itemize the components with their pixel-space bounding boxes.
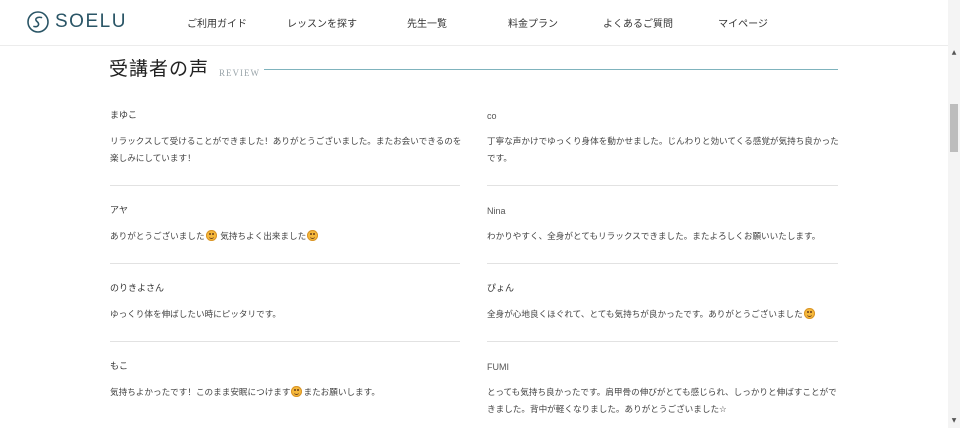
- reviewer-name: Nina: [487, 206, 506, 216]
- reviewer-name: まゆこ: [110, 111, 138, 121]
- review-item: Nina わかりやすく、全身がとてもリラックスできました。またよろしくお願いいた…: [487, 204, 839, 246]
- brand-logo[interactable]: SOELU: [27, 11, 127, 33]
- reviewer-name: ぴょん: [487, 284, 515, 294]
- reviewer-name: co: [487, 111, 497, 121]
- review-item: co 丁寧な声かけでゆっくり身体を動かせました。じんわりと効いてくる感覚が気持ち…: [487, 109, 839, 168]
- nav-pricing[interactable]: 料金プラン: [508, 15, 558, 30]
- site-header: SOELU ご利用ガイド レッスンを探す 先生一覧 料金プラン よくあるご質問 …: [0, 0, 948, 46]
- review-text: とっても気持ち良かったです。肩甲骨の伸びがとても感じられ、しっかりと伸ばすことが…: [487, 388, 837, 415]
- review-item: まゆこ リラックスして受けることができました！ありがとうございました。またお会い…: [110, 109, 462, 168]
- review-text-part: 気持ちよく出来ました: [217, 232, 307, 242]
- nav-teachers[interactable]: 先生一覧: [407, 15, 447, 30]
- review-item: アヤ ありがとうございました 気持ちよく出来ました: [110, 204, 462, 246]
- reviewer-name: アヤ: [110, 206, 129, 216]
- section-heading: 受講者の声 REVIEW: [109, 54, 260, 81]
- review-text: わかりやすく、全身がとてもリラックスできました。またよろしくお願いいたします。: [487, 232, 821, 242]
- scroll-thumb[interactable]: [950, 104, 958, 152]
- smiling-face-emoji: [803, 308, 815, 319]
- review-text: 丁寧な声かけでゆっくり身体を動かせました。じんわりと効いてくる感覚が気持ち良かっ…: [487, 137, 839, 164]
- review-item: のりきよさん ゆっくり体を伸ばしたい時にピッタリです。: [110, 282, 462, 324]
- review-text-part: ありがとうございました: [110, 232, 205, 242]
- reviewer-name: もこ: [110, 362, 129, 372]
- heading-divider: [264, 69, 838, 70]
- review-text: 全身が心地良くほぐれて、とても気持ちが良かったです。ありがとうございました: [487, 307, 839, 324]
- nav-mypage[interactable]: マイページ: [718, 15, 768, 30]
- grinning-face-emoji: [307, 230, 319, 241]
- reviewer-name: のりきよさん: [110, 284, 165, 294]
- review-text-part: 気持ちよかったです！このまま安眠につけます: [110, 388, 291, 398]
- section-title: 受講者の声: [109, 58, 210, 80]
- soelu-logo-icon: [27, 11, 49, 33]
- nav-find-lesson[interactable]: レッスンを探す: [287, 15, 357, 30]
- review-divider: [487, 185, 838, 186]
- review-text-part: 全身が心地良くほぐれて、とても気持ちが良かったです。ありがとうございました: [487, 310, 803, 320]
- review-divider: [110, 263, 460, 264]
- section-subtitle: REVIEW: [219, 68, 261, 78]
- review-divider: [110, 185, 460, 186]
- nav-guide[interactable]: ご利用ガイド: [187, 15, 247, 30]
- review-divider: [487, 263, 838, 264]
- review-item: もこ 気持ちよかったです！このまま安眠につけます またお願いします。: [110, 360, 462, 402]
- review-item: FUMI とっても気持ち良かったです。肩甲骨の伸びがとても感じられ、しっかりと伸…: [487, 360, 839, 419]
- scroll-down-arrow-icon[interactable]: ▼: [948, 414, 960, 426]
- review-text: リラックスして受けることができました！ありがとうございました。またお会いできるの…: [110, 137, 462, 164]
- review-item: ぴょん 全身が心地良くほぐれて、とても気持ちが良かったです。ありがとうございまし…: [487, 282, 839, 324]
- smiling-face-emoji: [291, 386, 303, 397]
- scroll-up-arrow-icon[interactable]: ▲: [948, 46, 960, 58]
- brand-name: SOELU: [55, 11, 127, 32]
- review-divider: [487, 341, 838, 342]
- smiling-face-emoji: [205, 230, 217, 241]
- review-text: ゆっくり体を伸ばしたい時にピッタリです。: [110, 310, 282, 320]
- review-text-part: またお願いします。: [303, 388, 380, 398]
- reviewer-name: FUMI: [487, 362, 509, 372]
- nav-faq[interactable]: よくあるご質問: [603, 15, 673, 30]
- page-scrollbar[interactable]: ▲ ▼: [948, 0, 960, 428]
- review-text: ありがとうございました 気持ちよく出来ました: [110, 229, 462, 246]
- review-text: 気持ちよかったです！このまま安眠につけます またお願いします。: [110, 385, 462, 402]
- review-divider: [110, 341, 460, 342]
